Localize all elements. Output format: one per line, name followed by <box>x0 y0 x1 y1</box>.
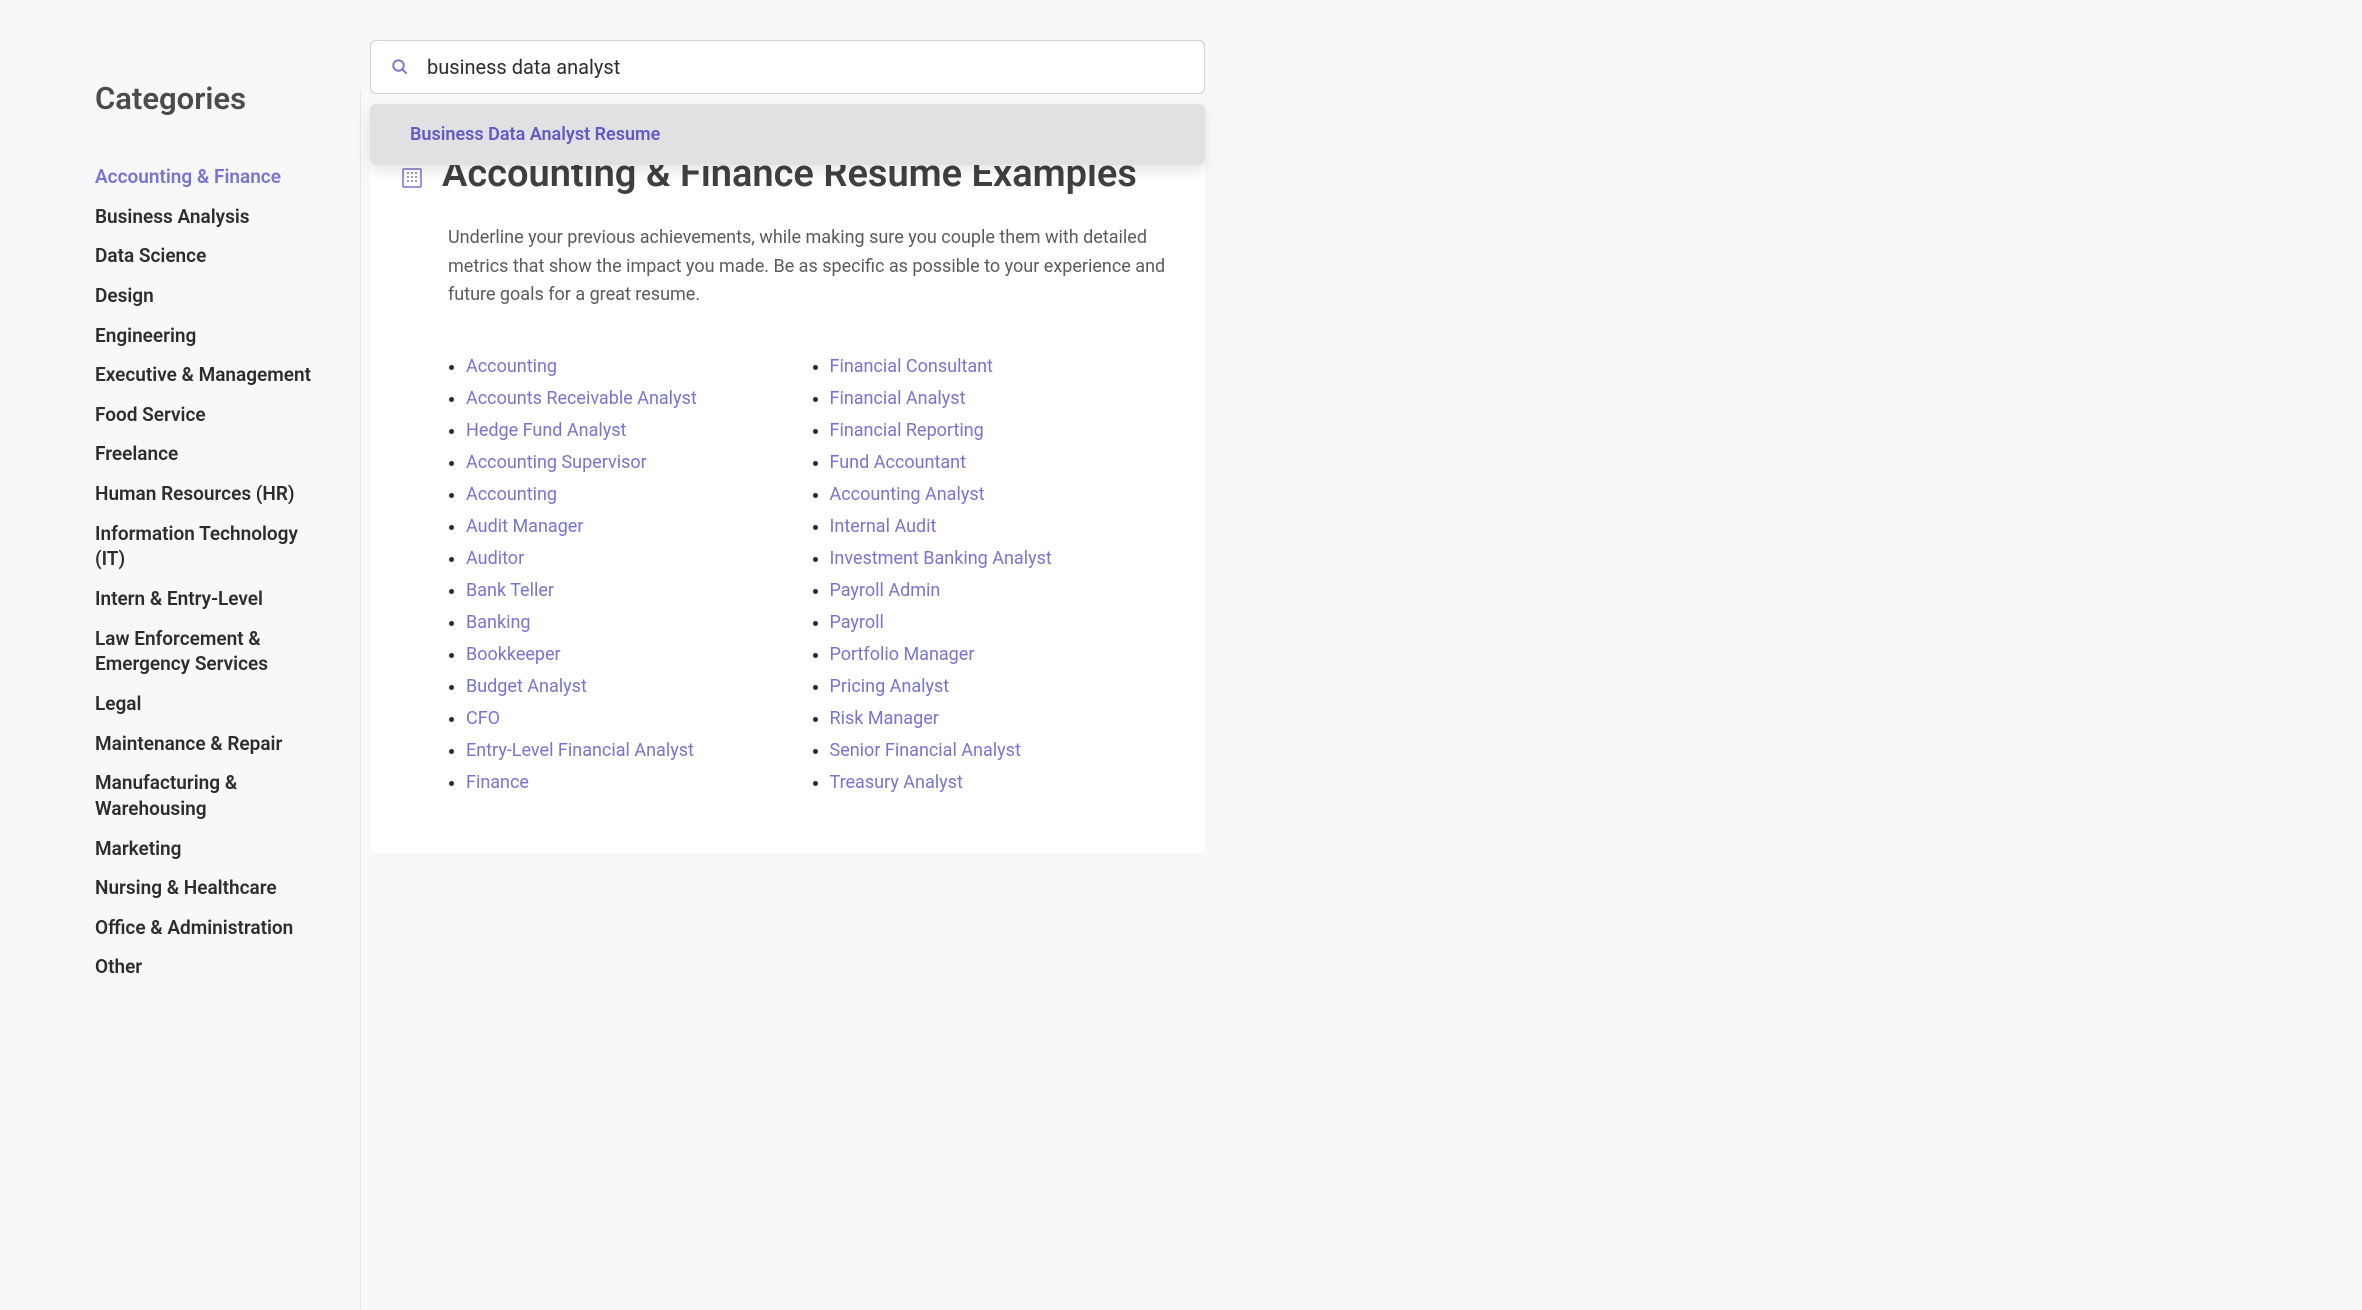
category-item[interactable]: Legal <box>95 684 330 724</box>
example-item: Internal Audit <box>830 510 1176 542</box>
example-link[interactable]: Payroll Admin <box>830 580 941 601</box>
category-item[interactable]: Marketing <box>95 829 330 869</box>
example-link[interactable]: Financial Reporting <box>830 420 984 441</box>
example-item: Bookkeeper <box>466 638 812 670</box>
example-link[interactable]: Payroll <box>830 612 884 633</box>
example-item: Investment Banking Analyst <box>830 542 1176 574</box>
card-description: Underline your previous achievements, wh… <box>448 224 1175 310</box>
content-card: Accounting & Finance Resume Examples Und… <box>370 124 1205 853</box>
example-item: Fund Accountant <box>830 446 1176 478</box>
example-link[interactable]: Fund Accountant <box>830 452 966 473</box>
example-item: Bank Teller <box>466 574 812 606</box>
example-item: Accounting Analyst <box>830 478 1176 510</box>
example-item: Financial Reporting <box>830 414 1176 446</box>
category-item[interactable]: Freelance <box>95 434 330 474</box>
example-link[interactable]: Accounts Receivable Analyst <box>466 388 697 409</box>
example-item: Treasury Analyst <box>830 766 1176 798</box>
category-item[interactable]: Maintenance & Repair <box>95 724 330 764</box>
example-item: Accounting <box>466 478 812 510</box>
example-item: Portfolio Manager <box>830 638 1176 670</box>
building-icon <box>400 166 424 190</box>
category-item[interactable]: Office & Administration <box>95 908 330 948</box>
example-item: Senior Financial Analyst <box>830 734 1176 766</box>
examples-column-left: Accounting Accounts Receivable Analyst Hed… <box>448 350 812 798</box>
category-item[interactable]: Law Enforcement & Emergency Services <box>95 619 330 684</box>
category-item[interactable]: Information Technology (IT) <box>95 514 330 579</box>
category-item[interactable]: Other <box>95 947 330 987</box>
category-item[interactable]: Engineering <box>95 316 330 356</box>
examples-grid: Accounting Accounts Receivable Analyst Hed… <box>448 350 1175 798</box>
category-item[interactable]: Business Analysis <box>95 197 330 237</box>
category-list: Accounting & FinanceBusiness AnalysisDat… <box>95 157 330 987</box>
example-item: Financial Analyst <box>830 382 1176 414</box>
example-link[interactable]: Internal Audit <box>830 516 937 537</box>
example-item: Risk Manager <box>830 702 1176 734</box>
example-link[interactable]: Audit Manager <box>466 516 583 537</box>
example-link[interactable]: Accounting <box>466 356 557 377</box>
example-item: Banking <box>466 606 812 638</box>
example-item: CFO <box>466 702 812 734</box>
example-link[interactable]: Risk Manager <box>830 708 939 729</box>
example-link[interactable]: Financial Analyst <box>830 388 966 409</box>
example-link[interactable]: Investment Banking Analyst <box>830 548 1052 569</box>
example-item: Payroll <box>830 606 1176 638</box>
search-input[interactable] <box>427 55 1184 79</box>
category-item[interactable]: Food Service <box>95 395 330 435</box>
example-item: Financial Consultant <box>830 350 1176 382</box>
example-link[interactable]: Hedge Fund Analyst <box>466 420 626 441</box>
example-link[interactable]: Budget Analyst <box>466 676 587 697</box>
example-item: Accounts Receivable Analyst <box>466 382 812 414</box>
example-link[interactable]: Auditor <box>466 548 524 569</box>
categories-sidebar: Categories Accounting & FinanceBusiness … <box>0 20 370 1310</box>
category-item[interactable]: Executive & Management <box>95 355 330 395</box>
sidebar-heading: Categories <box>95 80 330 117</box>
search-wrapper: Business Data Analyst Resume <box>370 40 2112 94</box>
example-link[interactable]: Financial Consultant <box>830 356 993 377</box>
example-item: Accounting Supervisor <box>466 446 812 478</box>
examples-column-right: Financial Consultant Financial Analyst Fin… <box>812 350 1176 798</box>
example-link[interactable]: Accounting Analyst <box>830 484 985 505</box>
example-link[interactable]: Portfolio Manager <box>830 644 975 665</box>
example-item: Finance <box>466 766 812 798</box>
card-body: Underline your previous achievements, wh… <box>400 224 1175 798</box>
example-link[interactable]: Senior Financial Analyst <box>830 740 1021 761</box>
category-item[interactable]: Accounting & Finance <box>95 157 330 197</box>
search-icon <box>391 58 409 76</box>
category-item[interactable]: Intern & Entry-Level <box>95 579 330 619</box>
example-item: Budget Analyst <box>466 670 812 702</box>
main-area: Business Data Analyst Resume <box>370 20 2362 1310</box>
example-link[interactable]: Accounting Supervisor <box>466 452 647 473</box>
example-item: Payroll Admin <box>830 574 1176 606</box>
search-suggestions-dropdown: Business Data Analyst Resume <box>370 104 1205 165</box>
search-suggestion-item[interactable]: Business Data Analyst Resume <box>370 104 1205 165</box>
category-item[interactable]: Nursing & Healthcare <box>95 868 330 908</box>
category-item[interactable]: Human Resources (HR) <box>95 474 330 514</box>
example-link[interactable]: Pricing Analyst <box>830 676 950 697</box>
category-item[interactable]: Data Science <box>95 236 330 276</box>
example-link[interactable]: CFO <box>466 708 500 729</box>
category-item[interactable]: Manufacturing & Warehousing <box>95 763 330 828</box>
category-item[interactable]: Design <box>95 276 330 316</box>
example-item: Entry-Level Financial Analyst <box>466 734 812 766</box>
example-item: Hedge Fund Analyst <box>466 414 812 446</box>
sidebar-divider <box>360 90 361 1310</box>
example-link[interactable]: Treasury Analyst <box>830 772 963 793</box>
example-item: Pricing Analyst <box>830 670 1176 702</box>
example-item: Audit Manager <box>466 510 812 542</box>
example-link[interactable]: Bookkeeper <box>466 644 561 665</box>
example-link[interactable]: Finance <box>466 772 529 793</box>
example-link[interactable]: Entry-Level Financial Analyst <box>466 740 694 761</box>
example-link[interactable]: Banking <box>466 612 531 633</box>
example-link[interactable]: Bank Teller <box>466 580 554 601</box>
example-link[interactable]: Accounting <box>466 484 557 505</box>
example-item: Auditor <box>466 542 812 574</box>
example-item: Accounting <box>466 350 812 382</box>
search-container[interactable] <box>370 40 1205 94</box>
